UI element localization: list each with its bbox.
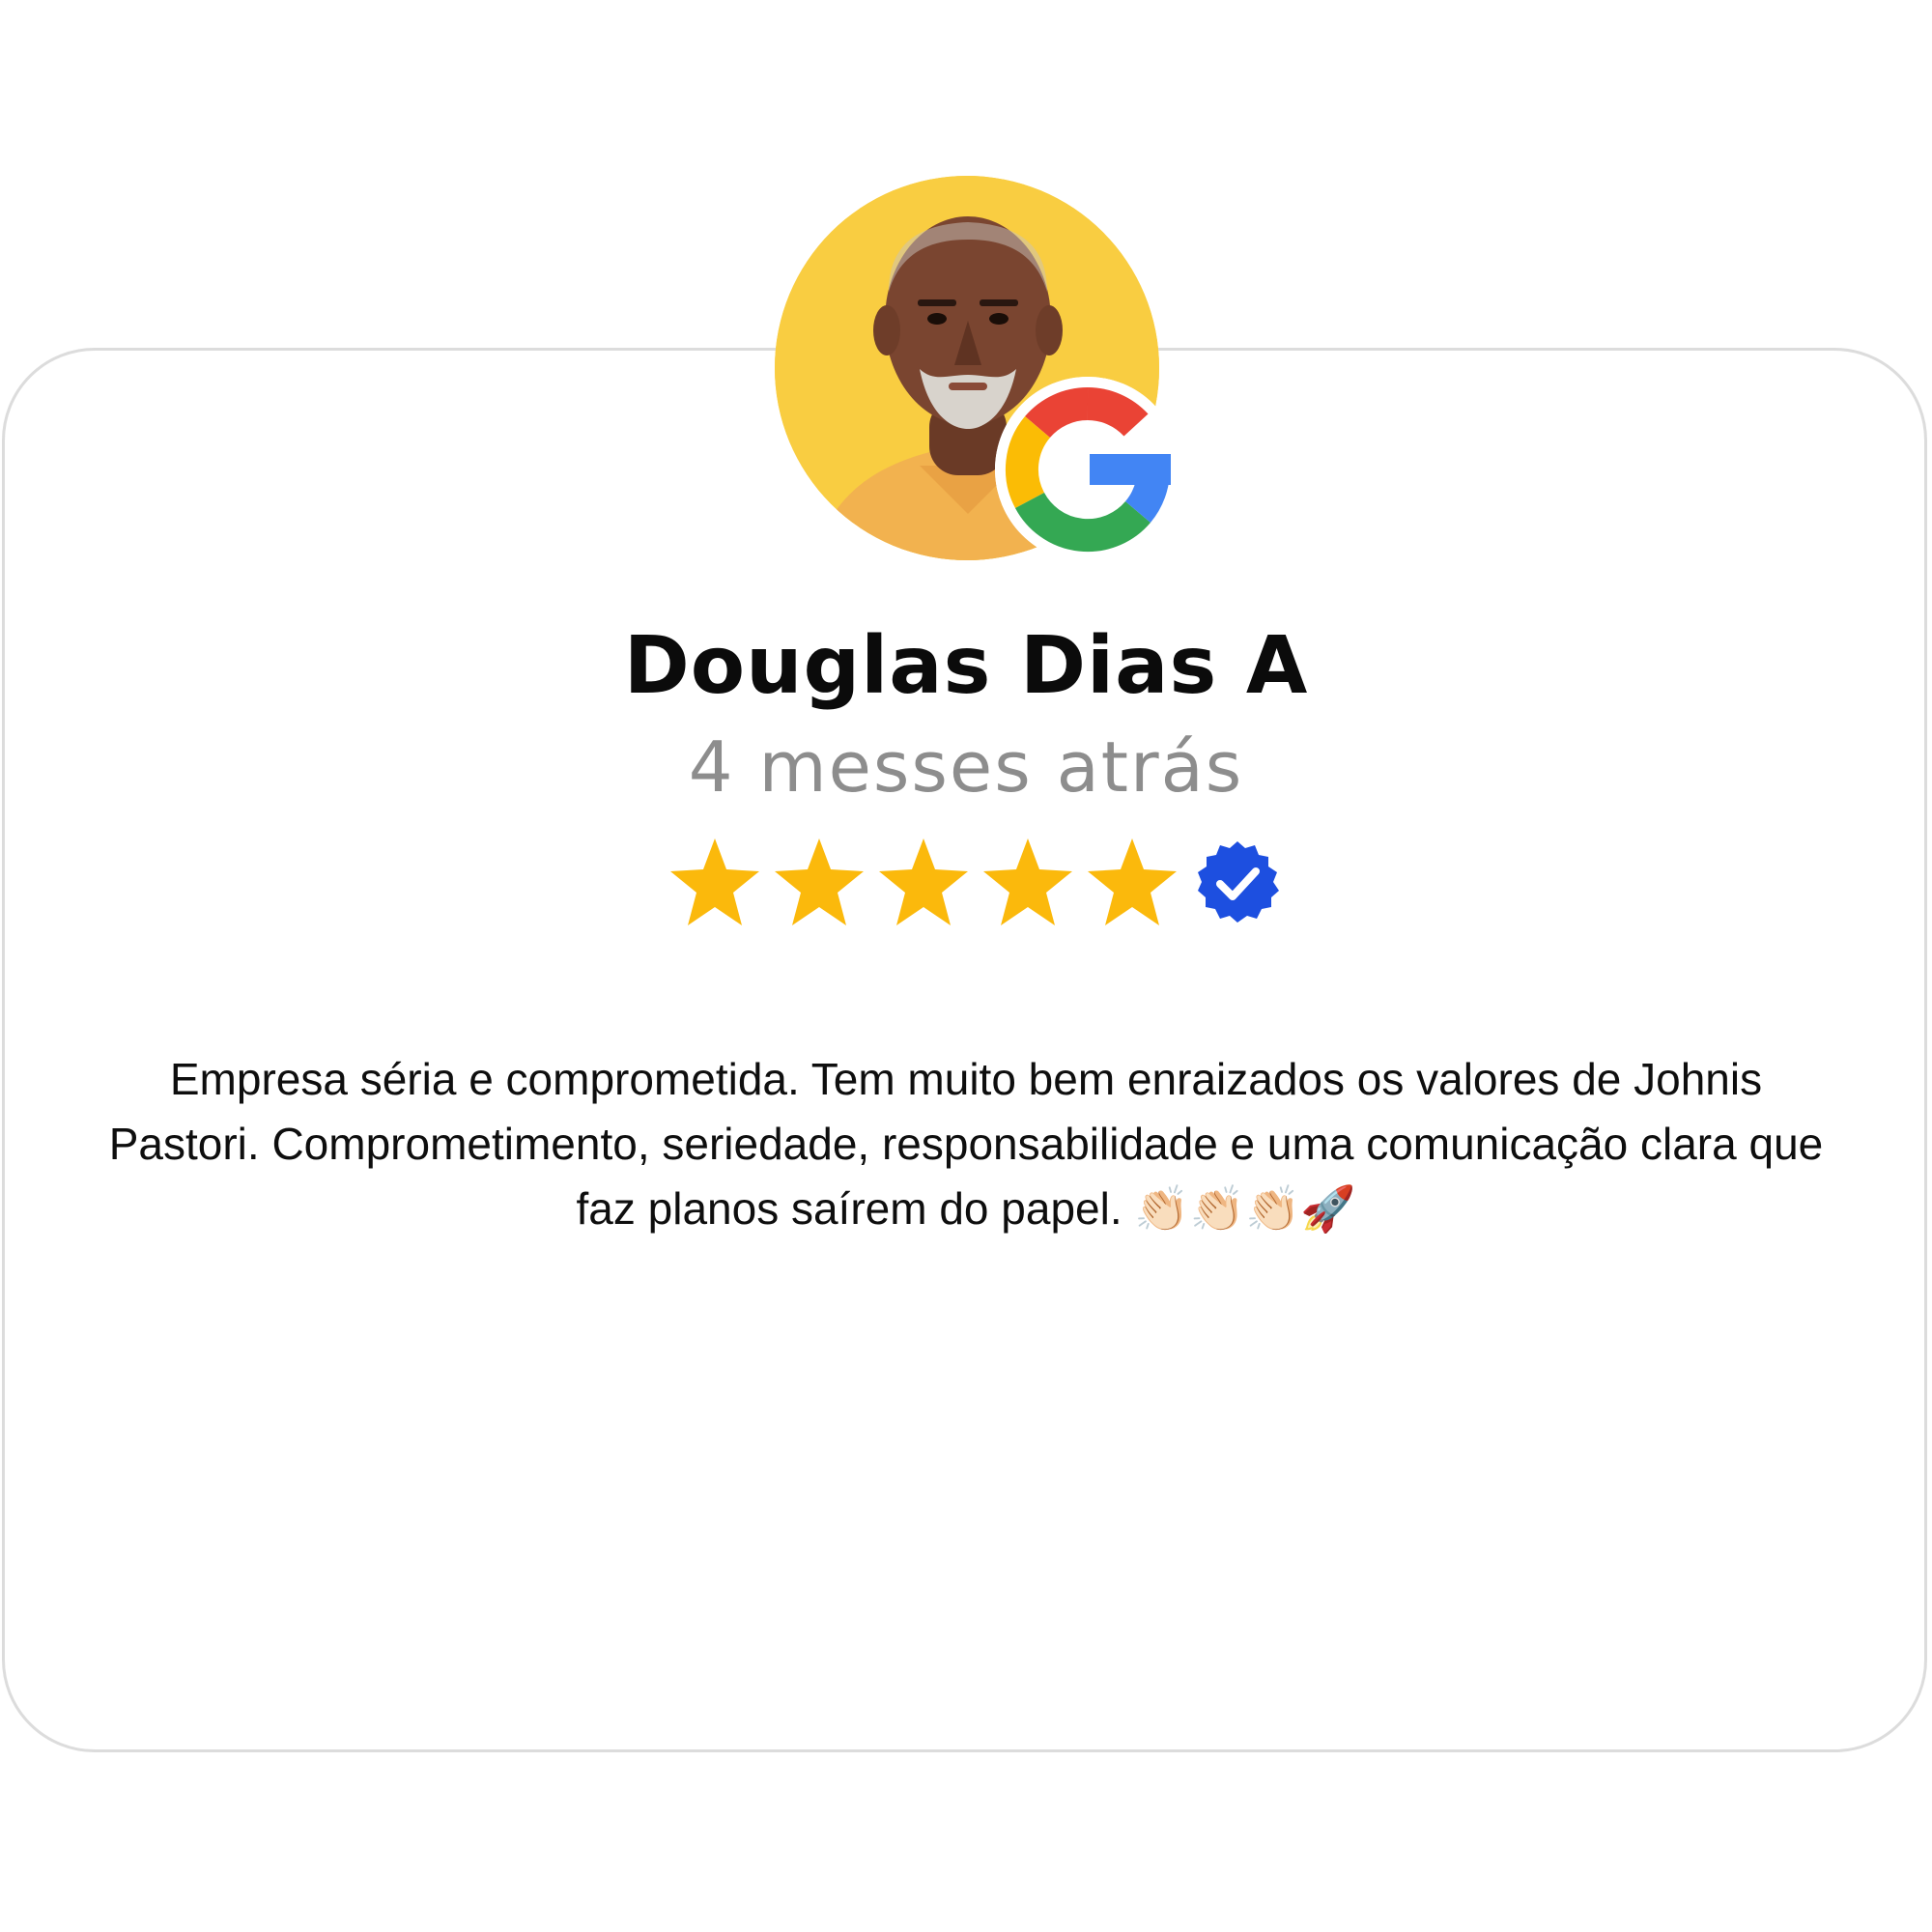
star-icon	[875, 835, 972, 931]
star-icon	[1084, 835, 1180, 931]
reviewer-name: Douglas Dias A	[623, 620, 1309, 712]
verified-check-icon	[1194, 839, 1281, 926]
review-text: Empresa séria e comprometida. Tem muito …	[108, 1054, 1824, 1234]
star-icon	[980, 835, 1076, 931]
star-rating	[667, 833, 1281, 933]
star-icon	[667, 835, 763, 931]
star-icon	[771, 835, 867, 931]
review-time: 4 messes atrás	[688, 726, 1244, 808]
review-canvas: Douglas Dias A 4 messes atrás Empresa sé…	[0, 0, 1932, 1932]
google-g-icon	[995, 377, 1180, 562]
google-badge	[995, 377, 1180, 562]
